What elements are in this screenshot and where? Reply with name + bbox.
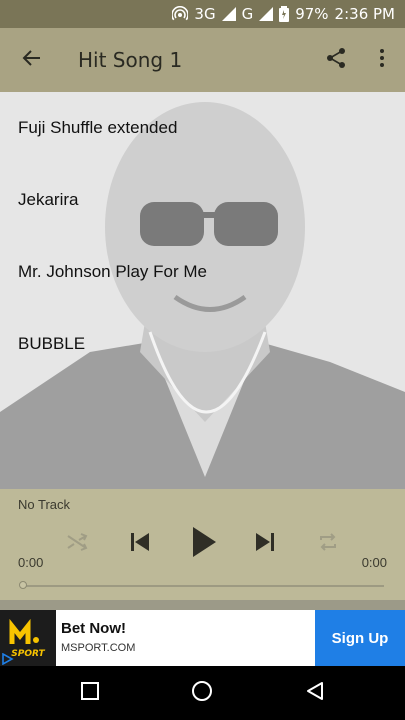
seek-bar-thumb[interactable]	[19, 581, 27, 589]
more-options-button[interactable]	[359, 28, 405, 92]
ad-domain: MSPORT.COM	[61, 642, 136, 654]
song-item[interactable]: Mr. Johnson Play For Me	[0, 236, 405, 308]
signal-icon	[221, 7, 236, 21]
hotspot-icon	[172, 6, 189, 22]
shuffle-button[interactable]	[62, 529, 92, 559]
back-triangle-icon	[305, 681, 325, 705]
logo-text: SPORT	[11, 649, 45, 659]
play-icon	[191, 526, 217, 562]
total-duration: 0:00	[361, 555, 387, 570]
player-panel: No Track 0:00 0:00	[0, 489, 405, 610]
home-circle-icon	[191, 680, 213, 706]
recents-square-icon	[80, 681, 100, 705]
recents-button[interactable]	[60, 666, 120, 720]
home-button[interactable]	[172, 666, 232, 720]
song-list-area: Fuji Shuffle extended Jekarira Mr. Johns…	[0, 92, 405, 489]
share-button[interactable]	[313, 28, 359, 92]
back-button[interactable]	[0, 28, 64, 92]
more-vert-icon	[379, 48, 385, 72]
repeat-button[interactable]	[313, 529, 343, 559]
clock: 2:36 PM	[334, 5, 395, 23]
skip-next-icon	[254, 531, 276, 557]
app-bar: Hit Song 1	[0, 28, 405, 92]
song-item[interactable]: Jekarira	[0, 164, 405, 236]
song-item[interactable]: Fuji Shuffle extended	[0, 92, 405, 164]
signal-icon-2	[259, 7, 274, 21]
song-list: Fuji Shuffle extended Jekarira Mr. Johns…	[0, 92, 405, 380]
skip-previous-icon	[129, 531, 151, 557]
background-strip	[0, 600, 405, 610]
status-bar: 3G G 97% 2:36 PM	[0, 0, 405, 28]
song-item[interactable]: BUBBLE	[0, 308, 405, 380]
battery-percent: 97%	[295, 5, 329, 23]
system-back-button[interactable]	[285, 666, 345, 720]
ad-title: Bet Now!	[61, 620, 126, 637]
sign-up-button[interactable]: Sign Up	[315, 610, 405, 666]
system-nav-bar	[0, 666, 405, 720]
network-type-label-2: G	[241, 5, 254, 23]
elapsed-time: 0:00	[18, 555, 44, 570]
repeat-icon	[317, 531, 339, 557]
shuffle-icon	[66, 531, 88, 557]
seek-bar[interactable]	[24, 585, 384, 587]
ad-banner[interactable]: SPORT Bet Now! MSPORT.COM Sign Up	[0, 610, 405, 666]
play-button[interactable]	[185, 525, 223, 563]
battery-icon	[279, 6, 290, 22]
previous-button[interactable]	[124, 529, 156, 559]
current-track-label: No Track	[18, 497, 71, 512]
next-button[interactable]	[249, 529, 281, 559]
share-icon	[325, 47, 347, 73]
page-title: Hit Song 1	[78, 48, 183, 72]
back-arrow-icon	[22, 48, 42, 72]
network-type-label: 3G	[194, 5, 216, 23]
